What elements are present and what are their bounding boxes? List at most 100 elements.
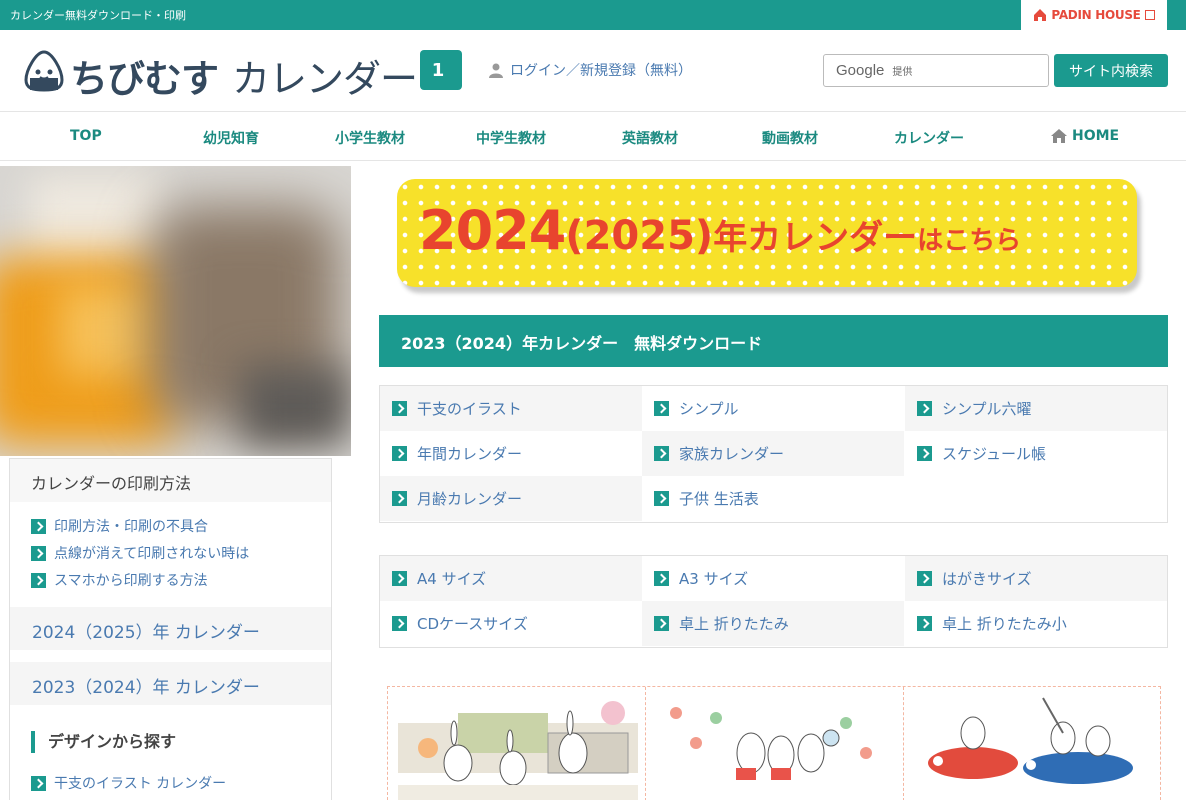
grid-link-desk-fold[interactable]: 卓上 折りたたみ	[642, 601, 904, 646]
grid-link-label: 月齢カレンダー	[417, 490, 523, 508]
chevron-right-icon	[654, 571, 669, 586]
grid-link-label: 家族カレンダー	[679, 445, 785, 463]
nav-item-video[interactable]: 動画教材	[762, 128, 818, 148]
chevron-right-icon	[917, 446, 932, 461]
grid-link-label: スケジュール帳	[942, 445, 1046, 463]
rabbits-spring-illustration[interactable]	[398, 693, 638, 800]
grid-link-child-schedule[interactable]: 子供 生活表	[642, 476, 904, 521]
calendar-type-grid: 干支のイラスト シンプル シンプル六曜 年間カレンダー 家族カレンダー スケジュ…	[379, 385, 1168, 523]
grid-link-label: シンプル	[679, 400, 739, 418]
sidebar-link-dotted-lines[interactable]: 点線が消えて印刷されない時は	[31, 543, 249, 563]
grid-link-label: 子供 生活表	[679, 490, 759, 508]
grid-link-label: はがきサイズ	[942, 570, 1032, 588]
sidebar-link-label: スマホから印刷する方法	[54, 573, 208, 589]
sidebar: カレンダーの印刷方法 印刷方法・印刷の不具合 点線が消えて印刷されない時は スマ…	[9, 458, 332, 800]
calendar-icon-number: 1	[431, 60, 445, 81]
chevron-right-icon	[31, 775, 46, 791]
sidebar-year-2024[interactable]: 2024（2025）年 カレンダー	[10, 607, 331, 650]
nav-item-english[interactable]: 英語教材	[622, 128, 678, 148]
search-input[interactable]: Google 提供	[823, 54, 1049, 87]
chevron-right-icon	[31, 545, 46, 561]
google-label: Google	[836, 62, 885, 79]
sidebar-link-print-method[interactable]: 印刷方法・印刷の不具合	[31, 516, 208, 536]
nav-item-home[interactable]: HOME	[1050, 128, 1119, 144]
download-heading: 2023（2024）年カレンダー 無料ダウンロード	[379, 315, 1168, 367]
grid-link-cd-case[interactable]: CDケースサイズ	[380, 601, 642, 646]
site-tagline: カレンダー無料ダウンロード・印刷	[10, 9, 186, 22]
grid-link-label: A3 サイズ	[679, 570, 749, 588]
chevron-right-icon	[654, 401, 669, 416]
grid-link-label: 年間カレンダー	[417, 445, 523, 463]
blurred-ad-image[interactable]	[0, 166, 351, 456]
chevron-right-icon	[917, 401, 932, 416]
grid-link-yearly[interactable]: 年間カレンダー	[380, 431, 642, 476]
padin-house-link[interactable]: PADIN HOUSE	[1021, 0, 1167, 30]
banner-next-year: (2025)	[565, 213, 714, 259]
main-nav: TOP 幼児知育 小学生教材 中学生教材 英語教材 動画教材 カレンダー HOM…	[0, 112, 1186, 161]
login-link[interactable]: ログイン／新規登録（無料）	[488, 60, 692, 80]
site-header: ちびむす カレンダー 1 ログイン／新規登録（無料） Google 提供 サイト…	[0, 30, 1186, 112]
user-icon	[489, 63, 503, 78]
grid-link-simple-rokuyo[interactable]: シンプル六曜	[905, 386, 1167, 431]
chevron-right-icon	[654, 491, 669, 506]
calendar-2024-banner[interactable]: 2024 (2025) 年カレンダー はこちら	[397, 179, 1143, 294]
home-icon	[1051, 129, 1067, 143]
chevron-right-icon	[392, 446, 407, 461]
rabbits-hina-illustration[interactable]	[656, 693, 896, 800]
design-search-heading: デザインから探す	[31, 731, 176, 753]
chevron-right-icon	[917, 571, 932, 586]
chevron-right-icon	[392, 491, 407, 506]
rabbits-koinobori-illustration[interactable]	[913, 693, 1153, 800]
sidebar-link-eto-illust[interactable]: 干支のイラスト カレンダー	[31, 773, 226, 793]
nav-item-junior-high[interactable]: 中学生教材	[476, 128, 546, 148]
grid-link-postcard[interactable]: はがきサイズ	[905, 556, 1167, 601]
grid-link-label: CDケースサイズ	[417, 615, 528, 633]
sidebar-link-label: 干支のイラスト カレンダー	[54, 776, 227, 792]
banner-here-text: はこちら	[917, 226, 1022, 256]
provided-label: 提供	[892, 67, 913, 78]
chevron-right-icon	[654, 616, 669, 631]
nav-item-infant[interactable]: 幼児知育	[203, 128, 259, 148]
banner-year: 2024	[419, 199, 566, 262]
site-search-button[interactable]: サイト内検索	[1054, 54, 1168, 87]
onigiri-mascot-icon	[24, 50, 64, 92]
padin-house-label: PADIN HOUSE	[1051, 8, 1141, 22]
grid-link-desk-fold-small[interactable]: 卓上 折りたたみ小	[905, 601, 1167, 646]
sidebar-link-smartphone[interactable]: スマホから印刷する方法	[31, 570, 208, 590]
chevron-right-icon	[392, 571, 407, 586]
nav-item-elementary[interactable]: 小学生教材	[335, 128, 405, 148]
banner-text: 2024 (2025) 年カレンダー はこちら	[419, 199, 1021, 262]
illustration-row	[387, 686, 1161, 800]
chevron-right-icon	[392, 616, 407, 631]
nav-item-calendar[interactable]: カレンダー	[894, 128, 964, 148]
chevron-right-icon	[654, 446, 669, 461]
chevron-right-icon	[917, 616, 932, 631]
grid-link-schedule[interactable]: スケジュール帳	[905, 431, 1167, 476]
grid-link-label: シンプル六曜	[942, 400, 1032, 418]
print-method-heading: カレンダーの印刷方法	[10, 459, 331, 502]
grid-link-label: 卓上 折りたたみ	[679, 615, 789, 633]
site-logo[interactable]: ちびむす カレンダー 1	[22, 46, 464, 101]
grid-link-a4[interactable]: A4 サイズ	[380, 556, 642, 601]
grid-link-family[interactable]: 家族カレンダー	[642, 431, 904, 476]
logo-text-chibimusu: ちびむす	[70, 57, 219, 101]
top-bar: カレンダー無料ダウンロード・印刷 PADIN HOUSE	[0, 0, 1186, 30]
home-label: HOME	[1072, 128, 1120, 144]
grid-link-label: 卓上 折りたたみ小	[942, 615, 1067, 633]
nav-item-top[interactable]: TOP	[70, 128, 102, 144]
calendar-size-grid: A4 サイズ A3 サイズ はがきサイズ CDケースサイズ 卓上 折りたたみ 卓…	[379, 555, 1168, 648]
grid-link-label: 干支のイラスト	[417, 400, 522, 418]
house-icon	[1034, 9, 1047, 21]
external-link-icon	[1144, 10, 1155, 20]
grid-link-simple[interactable]: シンプル	[642, 386, 904, 431]
sidebar-year-2023[interactable]: 2023（2024）年 カレンダー	[10, 662, 331, 705]
chevron-right-icon	[31, 518, 46, 534]
grid-link-label: A4 サイズ	[417, 570, 487, 588]
banner-calendar-text: 年カレンダー	[713, 218, 918, 258]
grid-link-a3[interactable]: A3 サイズ	[642, 556, 904, 601]
grid-link-eto[interactable]: 干支のイラスト	[380, 386, 642, 431]
calendar-icon: 1	[420, 50, 462, 90]
sidebar-link-label: 点線が消えて印刷されない時は	[54, 546, 250, 562]
grid-link-moon-age[interactable]: 月齢カレンダー	[380, 476, 642, 521]
chevron-right-icon	[392, 401, 407, 416]
